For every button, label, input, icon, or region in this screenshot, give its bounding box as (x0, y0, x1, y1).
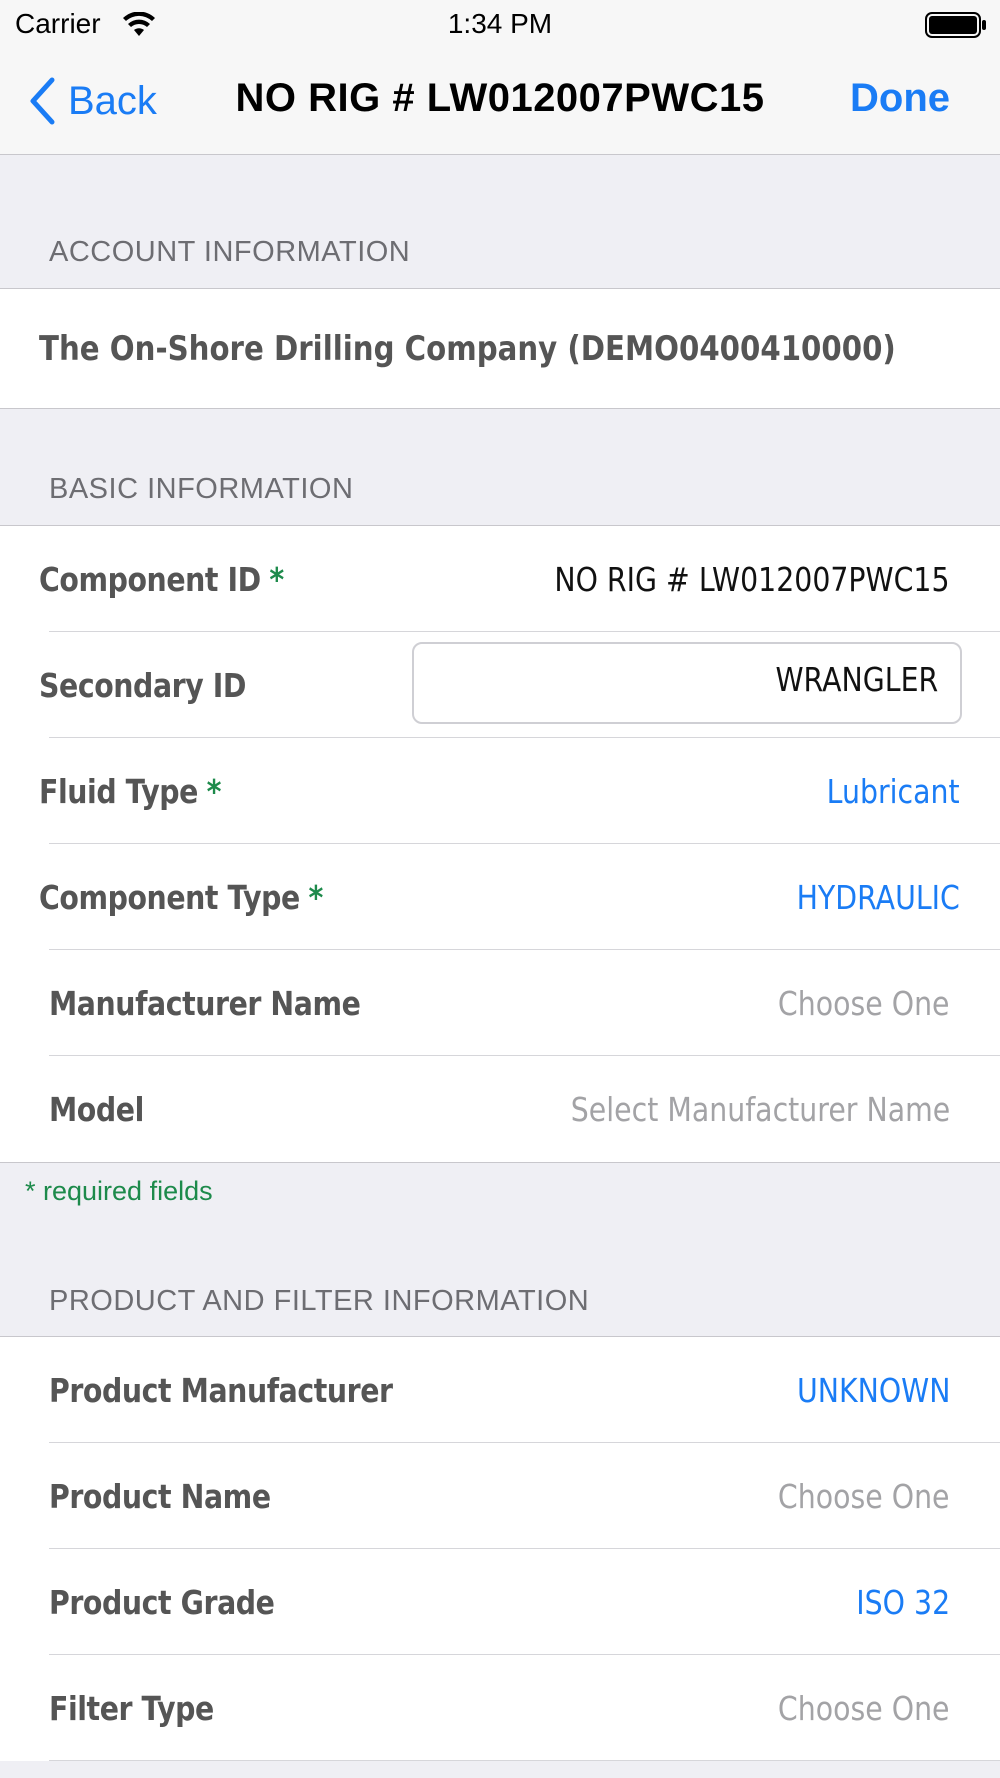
product-grade-row[interactable]: Product Grade ISO 32 (0, 1549, 1000, 1655)
component-type-label: Component Type * (39, 877, 323, 917)
filter-type-value[interactable]: Choose One (778, 1689, 950, 1728)
fluid-type-value[interactable]: Lubricant (827, 772, 960, 811)
product-name-value[interactable]: Choose One (778, 1477, 950, 1516)
account-group: The On-Shore Drilling Company (DEMO04004… (0, 288, 1000, 409)
filter-type-row[interactable]: Filter Type Choose One (0, 1655, 1000, 1761)
model-row[interactable]: Model Select Manufacturer Name (0, 1056, 1000, 1162)
product-info-group: Product Manufacturer UNKNOWN Product Nam… (0, 1336, 1000, 1761)
manufacturer-name-value[interactable]: Choose One (778, 984, 950, 1023)
clock: 1:34 PM (447, 8, 553, 39)
product-name-label: Product Name (49, 1476, 271, 1516)
manufacturer-name-row[interactable]: Manufacturer Name Choose One (0, 950, 1000, 1056)
fluid-type-row[interactable]: Fluid Type * Lubricant (0, 738, 1000, 844)
account-row[interactable]: The On-Shore Drilling Company (DEMO04004… (0, 289, 1000, 408)
battery-icon (925, 12, 986, 38)
secondary-id-row: Secondary ID WRANGLER (0, 632, 1000, 738)
required-marker: * (269, 559, 284, 599)
component-id-row: Component ID * NO RIG # LW012007PWC15 (0, 526, 1000, 632)
product-grade-value[interactable]: ISO 32 (856, 1583, 950, 1622)
product-manufacturer-value[interactable]: UNKNOWN (797, 1371, 950, 1410)
status-bar: Carrier 1:34 PM (0, 0, 1000, 50)
required-marker: * (308, 877, 323, 917)
basic-info-group: Component ID * NO RIG # LW012007PWC15 Sec… (0, 525, 1000, 1163)
component-type-value[interactable]: HYDRAULIC (797, 878, 960, 917)
done-button[interactable]: Done (850, 76, 950, 121)
filter-type-label: Filter Type (49, 1688, 214, 1728)
secondary-id-value: WRANGLER (775, 660, 938, 699)
section-header-product: PRODUCT AND FILTER INFORMATION (49, 1285, 590, 1317)
model-value[interactable]: Select Manufacturer Name (571, 1090, 950, 1129)
manufacturer-name-label: Manufacturer Name (49, 983, 361, 1023)
model-label: Model (49, 1089, 144, 1129)
required-marker: * (206, 771, 222, 811)
product-grade-label: Product Grade (49, 1582, 275, 1622)
secondary-id-label: Secondary ID (39, 665, 247, 705)
component-id-label: Component ID * (39, 559, 284, 599)
required-fields-note: * required fields (25, 1176, 213, 1206)
section-header-basic: BASIC INFORMATION (49, 473, 354, 505)
account-company: The On-Shore Drilling Company (DEMO04004… (39, 328, 896, 369)
navigation-bar: Back NO RIG # LW012007PWC15 Done (0, 50, 1000, 155)
product-manufacturer-label: Product Manufacturer (49, 1370, 393, 1410)
component-type-row[interactable]: Component Type * HYDRAULIC (0, 844, 1000, 950)
component-id-value: NO RIG # LW012007PWC15 (554, 559, 950, 599)
section-header-account: ACCOUNT INFORMATION (49, 236, 411, 268)
product-manufacturer-row[interactable]: Product Manufacturer UNKNOWN (0, 1337, 1000, 1443)
fluid-type-label: Fluid Type * (39, 771, 222, 811)
product-name-row[interactable]: Product Name Choose One (0, 1443, 1000, 1549)
secondary-id-field[interactable]: WRANGLER (412, 642, 962, 724)
